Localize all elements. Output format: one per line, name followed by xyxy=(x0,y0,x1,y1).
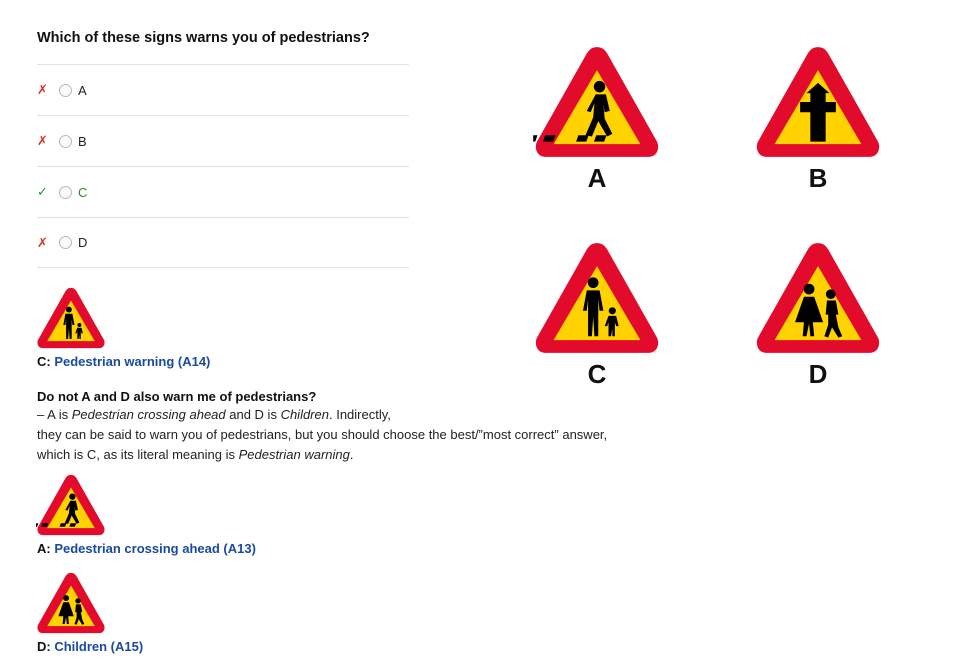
check-mark-icon: ✓ xyxy=(37,184,48,199)
explanation-heading: Do not A and D also warn me of pedestria… xyxy=(37,389,317,404)
question-title: Which of these signs warns you of pedest… xyxy=(37,30,370,46)
explanation-part: which is C, as its literal meaning is xyxy=(37,447,239,462)
sign-letter-c: C xyxy=(587,359,607,389)
children-link[interactable]: Children (A15) xyxy=(54,639,143,654)
crossroads-sign-icon xyxy=(754,42,882,162)
children-sign-icon xyxy=(36,570,106,636)
pedestrian-warning-sign-icon xyxy=(36,285,106,351)
wrong-mark-icon: ✗ xyxy=(37,234,48,250)
explanation-part: Pedestrian warning xyxy=(238,447,350,462)
wrong-mark-icon: ✗ xyxy=(37,82,48,97)
sign-letter-a: A xyxy=(587,163,607,193)
option-b[interactable]: ✗ B xyxy=(37,115,409,166)
radio-d[interactable] xyxy=(59,236,72,249)
answer-d-caption: D: Children (A15) xyxy=(37,639,143,654)
radio-b[interactable] xyxy=(59,134,72,148)
explanation-part: they can be said to warn you of pedestri… xyxy=(37,427,608,442)
sign-letter-d: D xyxy=(808,359,828,389)
option-c[interactable]: ✓ C xyxy=(37,166,409,217)
answer-options: ✗ A ✗ B ✓ C ✗ D xyxy=(37,64,409,268)
option-label: A xyxy=(78,82,87,98)
radio-a[interactable] xyxy=(59,83,72,97)
explanation-part: Pedestrian crossing ahead xyxy=(71,407,226,422)
wrong-mark-icon: ✗ xyxy=(37,133,48,148)
radio-c[interactable] xyxy=(59,185,72,199)
caption-prefix: C: xyxy=(37,354,55,369)
option-a[interactable]: ✗ A xyxy=(37,64,409,115)
pedestrian-crossing-sign-icon xyxy=(533,42,661,162)
pedestrian-warning-sign-icon xyxy=(533,238,661,358)
option-d[interactable]: ✗ D xyxy=(37,217,409,268)
children-sign-icon xyxy=(754,238,882,358)
explanation-part: – A is xyxy=(37,407,72,422)
explanation-part: . Indirectly, xyxy=(328,407,391,422)
answer-c-caption: C: Pedestrian warning (A14) xyxy=(37,354,210,369)
option-label: C xyxy=(78,184,88,200)
option-label: D xyxy=(78,235,88,250)
explanation-text: – A is Pedestrian crossing ahead and D i… xyxy=(37,405,647,465)
explanation-part: and D is xyxy=(225,407,281,422)
answer-a-caption: A: Pedestrian crossing ahead (A13) xyxy=(37,541,256,556)
pedestrian-crossing-sign-icon xyxy=(36,472,106,538)
sign-letter-b: B xyxy=(808,163,828,193)
pedestrian-crossing-link[interactable]: Pedestrian crossing ahead (A13) xyxy=(54,541,256,556)
option-label: B xyxy=(78,133,87,149)
explanation-part: . xyxy=(349,447,354,462)
caption-prefix: D: xyxy=(37,639,55,654)
explanation-part: Children xyxy=(280,407,329,422)
caption-prefix: A: xyxy=(37,541,55,556)
pedestrian-warning-link[interactable]: Pedestrian warning (A14) xyxy=(54,354,210,369)
